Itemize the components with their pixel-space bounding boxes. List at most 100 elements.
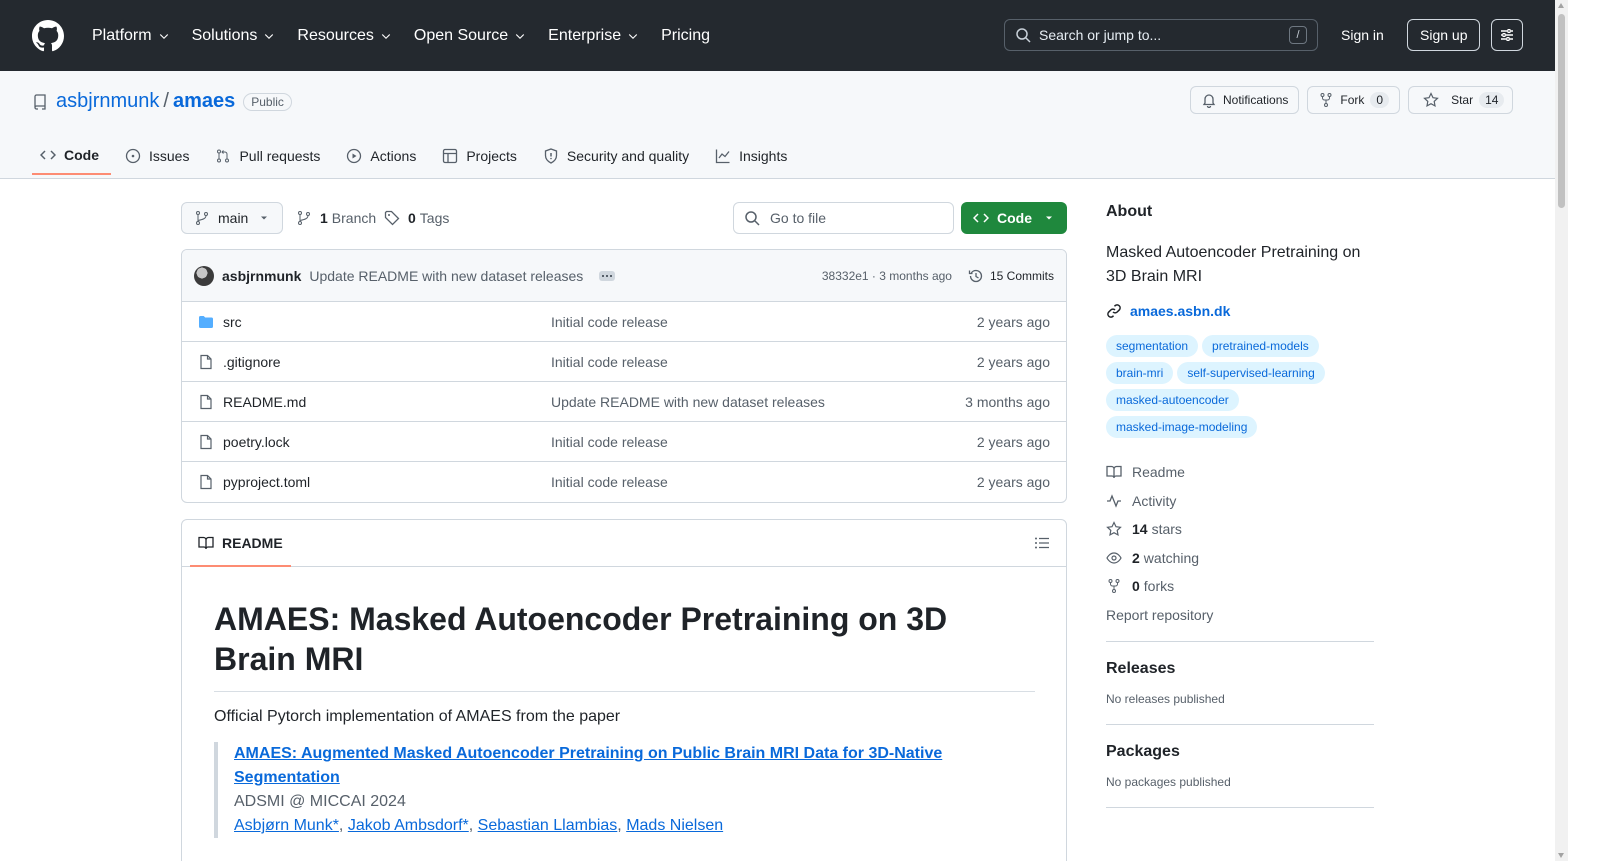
- search-input[interactable]: Search or jump to... /: [1004, 19, 1318, 51]
- file-row[interactable]: .gitignore Initial code release 2 years …: [182, 342, 1066, 382]
- go-to-file-input[interactable]: Go to file: [733, 202, 954, 234]
- topic-tag[interactable]: segmentation: [1106, 335, 1199, 357]
- file-icon: [200, 394, 212, 409]
- tab-issues[interactable]: Issues: [117, 137, 201, 175]
- author-link[interactable]: Sebastian Llambias: [478, 817, 618, 834]
- code-dropdown-button[interactable]: Code: [961, 202, 1067, 234]
- tab-code[interactable]: Code: [32, 137, 111, 175]
- shield-icon: [544, 148, 558, 164]
- repo-tabs: Code Issues Pull requests Actions Projec…: [32, 137, 805, 178]
- file-row[interactable]: src Initial code release 2 years ago: [182, 302, 1066, 342]
- file-commit-message[interactable]: Initial code release: [551, 474, 668, 490]
- branches-label: Branch: [331, 210, 377, 226]
- fork-button[interactable]: Fork 0: [1307, 86, 1401, 114]
- commit-author-link[interactable]: asbjrnmunk: [222, 268, 301, 284]
- activity-link[interactable]: Activity: [1106, 487, 1374, 516]
- scrollbar-thumb[interactable]: [1558, 14, 1565, 208]
- repo-icon: [34, 93, 46, 110]
- file-name-link[interactable]: poetry.lock: [223, 434, 290, 450]
- nav-platform[interactable]: Platform: [84, 20, 178, 52]
- nav-resources[interactable]: Resources: [289, 20, 399, 52]
- tab-projects[interactable]: Projects: [434, 137, 529, 175]
- topic-tag[interactable]: pretrained-models: [1202, 335, 1319, 357]
- branch-select-button[interactable]: main: [181, 202, 283, 234]
- releases-heading[interactable]: Releases: [1106, 660, 1374, 678]
- topic-tag[interactable]: masked-autoencoder: [1106, 389, 1239, 411]
- commit-details-toggle[interactable]: [599, 270, 616, 281]
- page-scrollbar[interactable]: [1555, 0, 1568, 861]
- nav-enterprise[interactable]: Enterprise: [540, 20, 647, 52]
- topic-tag[interactable]: masked-image-modeling: [1106, 416, 1258, 438]
- repo-name-link[interactable]: amaes: [173, 90, 235, 113]
- topic-list: segmentation pretrained-models brain-mri…: [1106, 335, 1374, 438]
- paper-venue: ADSMI @ MICCAI 2024: [234, 793, 406, 810]
- commit-message-link[interactable]: Update README with new dataset releases: [309, 268, 583, 284]
- tab-insights[interactable]: Insights: [707, 137, 799, 175]
- readme-tab[interactable]: README: [190, 520, 291, 567]
- tab-actions[interactable]: Actions: [338, 137, 428, 175]
- author-link[interactable]: Mads Nielsen: [626, 817, 723, 834]
- readme-link[interactable]: Readme: [1106, 458, 1374, 487]
- homepage-link[interactable]: amaes.asbn.dk: [1106, 303, 1374, 319]
- watching-count: 2: [1132, 549, 1140, 566]
- stars-link[interactable]: 14 stars: [1106, 515, 1374, 544]
- branches-link[interactable]: 1 Branch: [296, 202, 376, 234]
- author-link[interactable]: Jakob Ambsdorf*: [348, 817, 469, 834]
- star-button[interactable]: Star 14: [1408, 86, 1514, 114]
- tab-security[interactable]: Security and quality: [535, 137, 701, 175]
- nav-pricing[interactable]: Pricing: [653, 20, 718, 52]
- file-commit-message[interactable]: Initial code release: [551, 354, 668, 370]
- author-link[interactable]: Asbjørn Munk*: [234, 817, 339, 834]
- topic-tag[interactable]: brain-mri: [1106, 362, 1174, 384]
- scroll-down-arrow-icon[interactable]: [1558, 853, 1564, 858]
- branches-count: 1: [320, 210, 328, 226]
- sign-in-link[interactable]: Sign in: [1331, 19, 1394, 51]
- file-row[interactable]: README.md Update README with new dataset…: [182, 382, 1066, 422]
- file-age: 2 years ago: [976, 313, 1050, 330]
- file-row[interactable]: pyproject.toml Initial code release 2 ye…: [182, 462, 1066, 502]
- paper-title-link[interactable]: AMAES: Augmented Masked Autoencoder Pret…: [234, 745, 942, 786]
- sign-up-button[interactable]: Sign up: [1407, 19, 1481, 51]
- commit-hash-time[interactable]: 38332e1 · 3 months ago: [822, 269, 952, 283]
- forks-count: 0: [1132, 578, 1140, 595]
- repo-sidebar: About Masked Autoencoder Pretraining on …: [1106, 203, 1374, 808]
- commits-history-link[interactable]: 15 Commits: [968, 268, 1054, 284]
- page-margin: [1568, 0, 1600, 861]
- file-age: 2 years ago: [976, 433, 1050, 450]
- about-stats: Readme Activity 14 stars 2 watching 0 fo…: [1106, 458, 1374, 629]
- git-branch-icon: [196, 211, 208, 225]
- fork-label: Fork: [1340, 93, 1365, 107]
- file-commit-message[interactable]: Initial code release: [551, 314, 668, 330]
- notifications-label: Notifications: [1223, 93, 1289, 107]
- scroll-up-arrow-icon[interactable]: [1558, 3, 1564, 8]
- notifications-button[interactable]: Notifications: [1190, 86, 1300, 114]
- file-name-link[interactable]: pyproject.toml: [223, 474, 310, 490]
- file-row[interactable]: poetry.lock Initial code release 2 years…: [182, 422, 1066, 462]
- tab-pull-requests[interactable]: Pull requests: [207, 137, 332, 175]
- list-unordered-icon[interactable]: [1034, 535, 1050, 551]
- packages-heading[interactable]: Packages: [1106, 743, 1374, 761]
- tags-link[interactable]: 0 Tags: [384, 202, 449, 234]
- report-repository-link[interactable]: Report repository: [1106, 601, 1374, 630]
- file-commit-message[interactable]: Initial code release: [551, 434, 668, 450]
- github-logo-icon[interactable]: [32, 19, 64, 52]
- tag-icon: [384, 210, 400, 226]
- settings-menu-button[interactable]: [1491, 19, 1523, 51]
- chevron-down-icon: [265, 33, 274, 39]
- file-commit-message[interactable]: Update README with new dataset releases: [551, 394, 825, 410]
- topic-tag[interactable]: self-supervised-learning: [1177, 362, 1325, 384]
- nav-solutions[interactable]: Solutions: [184, 20, 284, 52]
- activity-label: Activity: [1132, 492, 1177, 509]
- file-name-link[interactable]: src: [223, 314, 242, 330]
- repo-owner-link[interactable]: asbjrnmunk: [56, 90, 159, 113]
- forks-link[interactable]: 0 forks: [1106, 572, 1374, 601]
- watchers-link[interactable]: 2 watching: [1106, 544, 1374, 573]
- bell-icon: [1202, 94, 1216, 108]
- avatar[interactable]: [194, 265, 214, 286]
- nav-open-source[interactable]: Open Source: [406, 20, 534, 52]
- history-icon: [968, 269, 983, 282]
- file-name-link[interactable]: .gitignore: [223, 354, 281, 370]
- file-name-link[interactable]: README.md: [223, 394, 306, 410]
- nav-label: Platform: [92, 26, 152, 44]
- nav-label: Enterprise: [548, 26, 622, 44]
